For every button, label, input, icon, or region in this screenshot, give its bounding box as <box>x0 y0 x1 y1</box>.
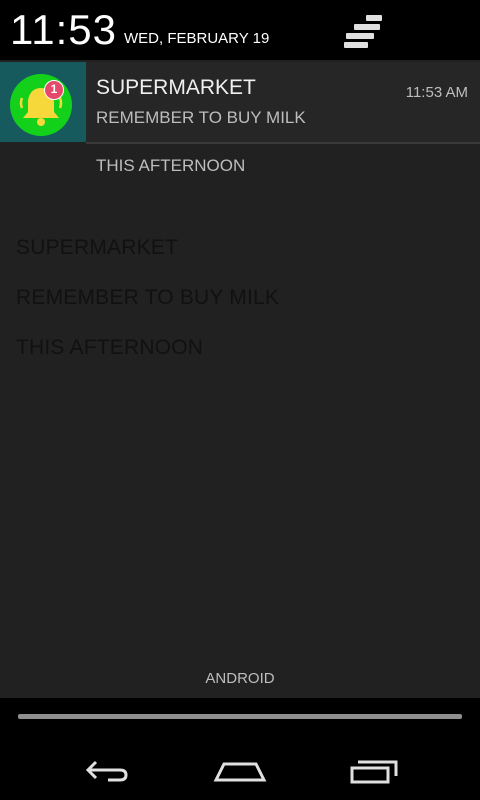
quick-settings-icon-bar <box>354 24 380 30</box>
home-icon <box>213 762 267 782</box>
notification-title: SUPERMARKET <box>96 76 256 99</box>
carrier-label: ANDROID <box>205 670 275 687</box>
background-text-line: SUPERMARKET <box>16 236 179 259</box>
recents-icon <box>350 760 398 784</box>
quick-settings-icon-bar <box>344 42 368 48</box>
home-button[interactable] <box>200 750 280 790</box>
quick-settings-icon-bar <box>346 33 374 39</box>
quick-settings-button[interactable] <box>336 10 396 50</box>
background-text-line: THIS AFTERNOON <box>16 336 204 359</box>
notification-time: 11:53 AM <box>405 84 468 101</box>
notification-shade: 11:53 WED, FEBRUARY 19 1 SUPERMARKET 11:… <box>0 0 480 800</box>
notification-text: REMEMBER TO BUY MILK <box>96 108 306 127</box>
badge-circle: 1 <box>44 80 64 100</box>
notification-item[interactable]: 1 SUPERMARKET 11:53 AM REMEMBER TO BUY M… <box>0 62 480 142</box>
shade-header: 11:53 WED, FEBRUARY 19 <box>0 0 480 60</box>
clock: 11:53 <box>10 6 117 53</box>
notification-app-icon: 1 <box>0 62 86 142</box>
quick-settings-icon <box>366 15 382 21</box>
back-icon <box>85 760 128 782</box>
divider <box>86 142 480 144</box>
navigation-area <box>0 698 480 800</box>
background-text-line: REMEMBER TO BUY MILK <box>16 286 280 309</box>
date: WED, FEBRUARY 19 <box>124 30 270 47</box>
shade-drag-handle[interactable] <box>18 714 462 719</box>
back-button[interactable] <box>68 750 148 790</box>
notification-subtext: THIS AFTERNOON <box>96 156 246 175</box>
badge-count: 1 <box>50 82 58 96</box>
recents-button[interactable] <box>338 750 418 790</box>
